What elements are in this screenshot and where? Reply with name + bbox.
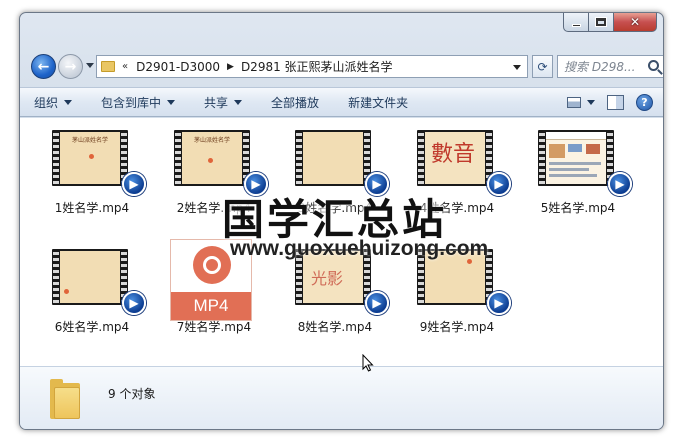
play-all-button[interactable]: 全部播放 [271, 94, 319, 111]
breadcrumb-overflow[interactable]: « [122, 61, 128, 72]
media-player-icon: ▶ [608, 172, 632, 196]
refresh-icon: ⟳ [537, 59, 548, 74]
file-name[interactable]: 7姓名学.mp4 [160, 318, 268, 335]
thumbnail-caption: 數音 [431, 142, 476, 167]
file-tile[interactable]: ▶ 5姓名学.mp4 [528, 124, 632, 232]
media-player-icon: ▶ [122, 172, 146, 196]
recent-pages-dropdown[interactable] [86, 63, 94, 68]
chevron-right-icon[interactable]: ▶ [227, 62, 234, 72]
breadcrumb-segment[interactable]: D2901-D3000 [136, 60, 220, 74]
maximize-button[interactable] [589, 13, 614, 32]
maximize-icon [595, 17, 607, 27]
organize-label: 组织 [34, 95, 59, 110]
video-thumbnail: 茅山派姓名学 [174, 130, 250, 186]
file-tile[interactable]: 茅山派姓名学 ▶ 1姓名学.mp4 [42, 124, 146, 232]
video-thumbnail [52, 249, 128, 305]
file-name[interactable]: 1姓名学.mp4 [38, 199, 146, 216]
media-player-icon: ▶ [487, 172, 511, 196]
media-player-icon: ▶ [122, 291, 146, 315]
navigation-bar: ← → « D2901-D3000 ▶ D2981 张正熙茅山派姓名学 ⟳ 搜索… [30, 53, 663, 81]
file-name[interactable]: 5姓名学.mp4 [524, 199, 632, 216]
file-name[interactable]: 8姓名学.mp4 [281, 318, 389, 335]
help-icon[interactable]: ? [636, 94, 653, 111]
folder-icon [101, 61, 115, 72]
file-tile[interactable]: ▶ 6姓名学.mp4 [42, 243, 146, 351]
refresh-button[interactable]: ⟳ [532, 55, 553, 78]
include-in-library-label: 包含到库中 [101, 95, 162, 110]
chevron-down-icon [234, 99, 243, 105]
item-count: 9 个对象 [108, 387, 156, 401]
caption-buttons: ✕ [563, 13, 657, 33]
media-player-icon: ▶ [487, 291, 511, 315]
close-icon: ✕ [629, 15, 641, 29]
video-thumbnail: 數音 [417, 130, 493, 186]
thumbnail-caption: 光影 [311, 269, 344, 288]
details-pane: 9 个对象 [20, 366, 663, 429]
mp4-format-label: MP4 [171, 292, 251, 320]
include-in-library-menu[interactable]: 包含到库中 [101, 94, 176, 111]
share-menu[interactable]: 共享 [204, 94, 243, 111]
preview-pane-icon[interactable] [607, 95, 624, 110]
play-icon [193, 246, 231, 284]
command-bar: 组织 包含到库中 共享 全部播放 新建文件夹 ? [20, 87, 663, 117]
new-folder-label: 新建文件夹 [348, 95, 409, 110]
back-button[interactable]: ← [31, 54, 56, 79]
chevron-down-icon [64, 99, 73, 105]
file-name[interactable]: 6姓名学.mp4 [38, 318, 146, 335]
minimize-button[interactable] [563, 13, 589, 32]
share-label: 共享 [204, 95, 229, 110]
search-placeholder: 搜索 D298... [564, 60, 636, 74]
search-input[interactable]: 搜索 D298... [557, 55, 663, 78]
play-all-label: 全部播放 [271, 95, 320, 110]
chevron-down-icon [167, 99, 176, 105]
thumbnail-caption: 茅山派姓名学 [71, 137, 108, 144]
organize-menu[interactable]: 组织 [34, 94, 73, 111]
thumbnail-caption: 茅山派姓名学 [193, 137, 230, 144]
address-dropdown[interactable] [513, 65, 521, 70]
change-view-icon[interactable] [567, 97, 581, 108]
search-icon[interactable] [648, 60, 659, 71]
breadcrumb-segment[interactable]: D2981 张正熙茅山派姓名学 [241, 58, 393, 75]
close-button[interactable]: ✕ [614, 13, 657, 32]
toolbar-right: ? [567, 94, 653, 111]
video-thumbnail [295, 130, 371, 186]
address-bar[interactable]: « D2901-D3000 ▶ D2981 张正熙茅山派姓名学 [96, 55, 528, 78]
chevron-down-icon[interactable] [587, 100, 595, 105]
forward-button[interactable]: → [58, 54, 83, 79]
video-thumbnail: 茅山派姓名学 [52, 130, 128, 186]
video-thumbnail [538, 130, 614, 186]
file-name[interactable]: 9姓名学.mp4 [403, 318, 511, 335]
folder-icon [50, 379, 80, 419]
minimize-icon [571, 23, 581, 27]
media-player-icon: ▶ [365, 291, 389, 315]
arrow-right-icon: → [64, 58, 77, 75]
arrow-left-icon: ← [37, 58, 50, 75]
watermark-url: www.guoxuehuizong.com [230, 237, 489, 260]
new-folder-button[interactable]: 新建文件夹 [348, 94, 408, 111]
